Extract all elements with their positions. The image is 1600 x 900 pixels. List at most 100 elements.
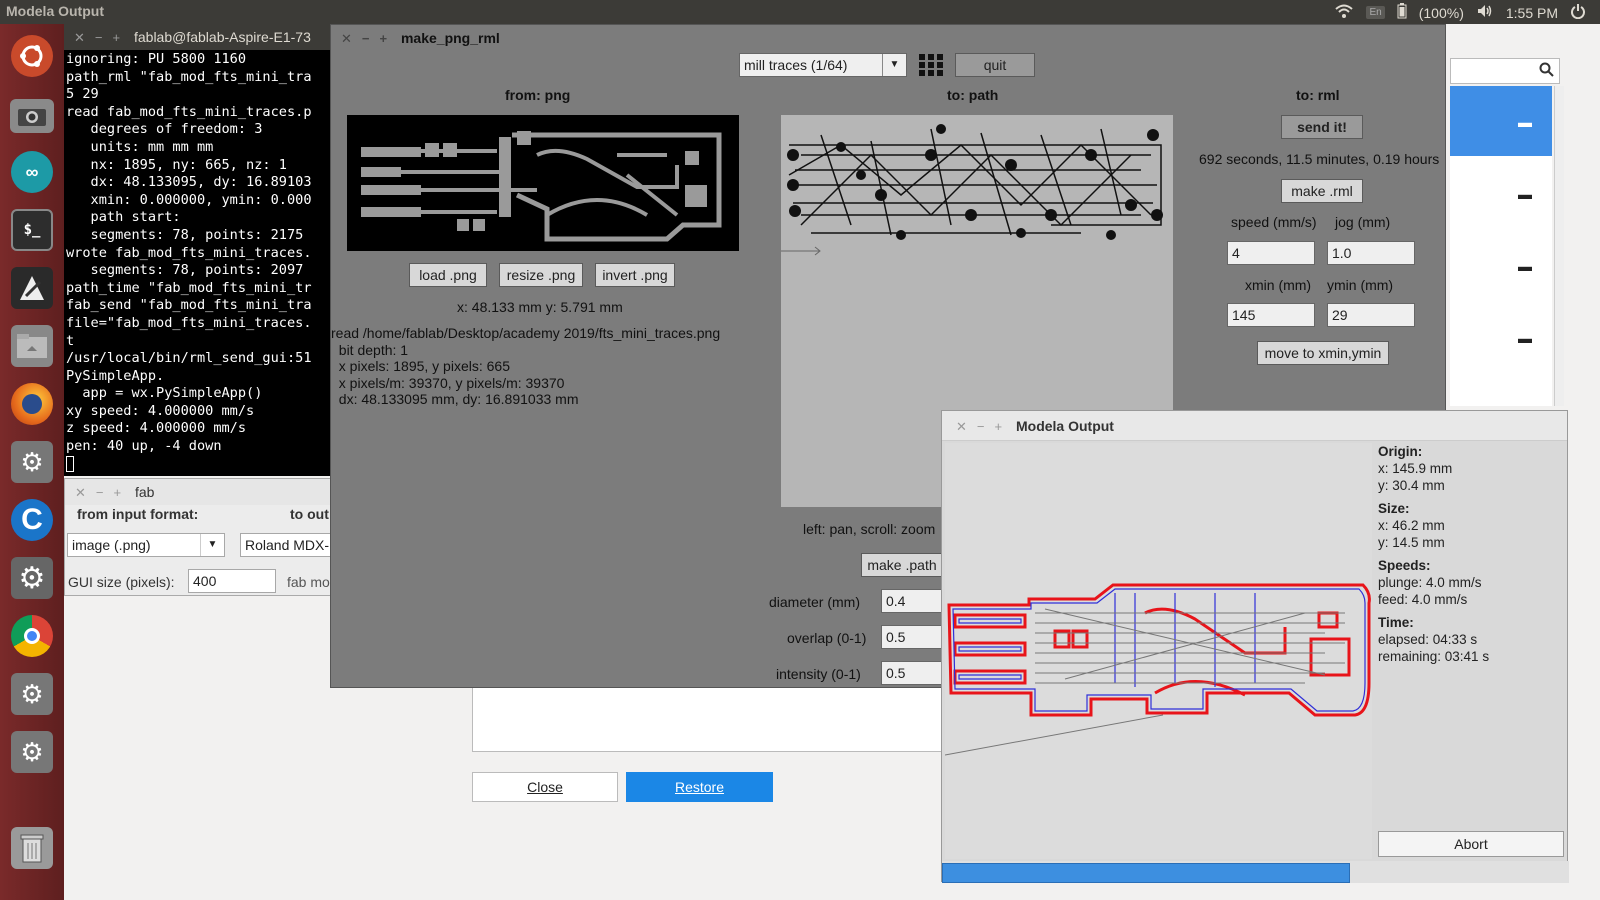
- close-icon[interactable]: ✕: [74, 30, 85, 45]
- elapsed-time: elapsed: 04:33 s: [1378, 632, 1478, 647]
- fab-window[interactable]: ✕ − + fab from input format: to out image …: [64, 478, 332, 596]
- gui-size-label: GUI size (pixels):: [68, 574, 175, 590]
- intensity-input[interactable]: 0.5: [881, 661, 947, 685]
- origin-y: y: 30.4 mm: [1378, 478, 1445, 493]
- plunge-speed: plunge: 4.0 mm/s: [1378, 575, 1482, 590]
- fab-titlebar[interactable]: ✕ − + fab: [65, 479, 331, 505]
- time-estimate: 692 seconds, 11.5 minutes, 0.19 hours: [1199, 151, 1440, 167]
- maximize-icon[interactable]: +: [380, 31, 388, 46]
- png-info-line: x pixels: 1895, y pixels: 665: [331, 358, 510, 374]
- chevron-down-icon[interactable]: ▼: [882, 54, 906, 76]
- minimize-icon[interactable]: −: [96, 485, 104, 500]
- job-info: Origin: x: 145.9 mm y: 30.4 mm Size: x: …: [1378, 443, 1489, 665]
- send-it-button[interactable]: send it!: [1281, 115, 1363, 139]
- overlap-label: overlap (0-1): [787, 630, 867, 646]
- ubuntu-dash-icon[interactable]: [6, 30, 58, 82]
- size-y: y: 14.5 mm: [1378, 535, 1445, 550]
- launcher: ∞ $_ ⚙ C ⚙ ⚙ ⚙: [0, 24, 64, 900]
- dialog-file-list[interactable]: ▬ ▬ ▬ ▬: [1450, 86, 1552, 406]
- modela-title: Modela Output: [1015, 418, 1114, 434]
- speeds-heading: Speeds:: [1378, 558, 1431, 573]
- jog-input[interactable]: 1.0: [1327, 241, 1415, 265]
- terminal-cursor: [66, 455, 74, 472]
- mode-value: mill traces (1/64): [744, 57, 848, 73]
- gui-size-input[interactable]: 400: [188, 569, 276, 593]
- terminal-icon[interactable]: $_: [6, 204, 58, 256]
- invert-png-button[interactable]: invert .png: [595, 263, 675, 287]
- minimize-icon[interactable]: −: [362, 31, 370, 46]
- quit-button[interactable]: quit: [955, 53, 1035, 77]
- dialog-search-field[interactable]: [1450, 58, 1560, 84]
- clock[interactable]: 1:55 PM: [1506, 5, 1558, 21]
- close-button[interactable]: Close: [472, 772, 618, 802]
- mode-select[interactable]: mill traces (1/64) ▼: [739, 53, 907, 77]
- volume-icon[interactable]: [1476, 3, 1494, 22]
- keyboard-layout[interactable]: En: [1366, 6, 1385, 19]
- ccleaner-icon[interactable]: C: [6, 494, 58, 546]
- terminal-output[interactable]: ignoring: PU 5800 1160 path_rml "fab_mod…: [64, 50, 330, 474]
- settings-icon[interactable]: ⚙: [6, 436, 58, 488]
- pan-zoom-hint: left: pan, scroll: zoom: [803, 521, 936, 537]
- xmin-input[interactable]: 145: [1227, 303, 1315, 327]
- gear-icon[interactable]: ⚙: [6, 668, 58, 720]
- system-settings-icon[interactable]: ⚙: [6, 552, 58, 604]
- minimize-icon[interactable]: −: [977, 419, 985, 434]
- ymin-input[interactable]: 29: [1327, 303, 1415, 327]
- load-png-button[interactable]: load .png: [409, 263, 487, 287]
- output-format-value: Roland MDX-: [245, 537, 330, 553]
- output-format-select[interactable]: Roland MDX-: [240, 533, 331, 557]
- inkscape-icon[interactable]: [6, 262, 58, 314]
- terminal-window[interactable]: ✕ − + fablab@fablab-Aspire-E1-73 ignoring:…: [64, 24, 330, 476]
- maximize-icon[interactable]: +: [113, 30, 121, 45]
- remaining-time: remaining: 03:41 s: [1378, 649, 1490, 664]
- trash-icon[interactable]: [6, 822, 58, 874]
- speed-label: speed (mm/s): [1231, 214, 1317, 230]
- to-rml-heading: to: rml: [1296, 87, 1340, 103]
- firefox-icon[interactable]: [6, 378, 58, 430]
- grid-icon[interactable]: [917, 53, 945, 77]
- png-info-line: dx: 48.133095 mm, dy: 16.891033 mm: [331, 391, 579, 407]
- close-icon[interactable]: ✕: [341, 31, 352, 46]
- wifi-icon[interactable]: [1334, 3, 1354, 22]
- resize-png-button[interactable]: resize .png: [499, 263, 583, 287]
- gear-icon[interactable]: ⚙: [6, 726, 58, 778]
- camera-icon[interactable]: [6, 90, 58, 142]
- modela-output-window[interactable]: ✕ − + Modela Output Origin: x: 145.9 mm …: [941, 410, 1569, 883]
- to-format-label: to out: [290, 506, 329, 522]
- arduino-icon[interactable]: ∞: [6, 146, 58, 198]
- maximize-icon[interactable]: +: [995, 419, 1003, 434]
- size-heading: Size:: [1378, 501, 1410, 516]
- battery-icon[interactable]: [1397, 3, 1407, 22]
- maximize-icon[interactable]: +: [114, 485, 122, 500]
- chrome-icon[interactable]: [6, 610, 58, 662]
- terminal-titlebar[interactable]: ✕ − + fablab@fablab-Aspire-E1-73: [64, 24, 330, 50]
- power-icon[interactable]: [1570, 3, 1586, 22]
- scrollbar[interactable]: [1554, 86, 1564, 406]
- intensity-label: intensity (0-1): [776, 666, 861, 682]
- ymin-label: ymin (mm): [1327, 277, 1394, 293]
- mpr-titlebar[interactable]: ✕ − + make_png_rml: [331, 25, 1445, 51]
- search-icon[interactable]: [1539, 62, 1555, 81]
- close-icon[interactable]: ✕: [75, 485, 86, 500]
- restore-button[interactable]: Restore: [626, 772, 773, 802]
- speed-input[interactable]: 4: [1227, 241, 1315, 265]
- folder-icon: ▬: [1518, 186, 1532, 202]
- selected-file-row[interactable]: ▬: [1450, 86, 1552, 156]
- minimize-icon[interactable]: −: [95, 30, 103, 45]
- png-preview[interactable]: [347, 115, 739, 251]
- files-icon[interactable]: [6, 320, 58, 372]
- overlap-input[interactable]: 0.5: [881, 625, 947, 649]
- cursor-position: x: 48.133 mm y: 5.791 mm: [457, 299, 623, 315]
- make-rml-button[interactable]: make .rml: [1281, 179, 1363, 203]
- active-window-title: Modela Output: [6, 3, 104, 19]
- input-format-select[interactable]: image (.png) ▼: [67, 533, 225, 557]
- modela-titlebar[interactable]: ✕ − + Modela Output: [942, 411, 1567, 441]
- toolpath-canvas[interactable]: [944, 443, 1372, 859]
- make-path-button[interactable]: make .path: [861, 553, 943, 577]
- abort-button[interactable]: Abort: [1378, 831, 1564, 857]
- move-to-button[interactable]: move to xmin,ymin: [1257, 341, 1389, 365]
- close-icon[interactable]: ✕: [956, 419, 967, 434]
- terminal-title: fablab@fablab-Aspire-E1-73: [133, 29, 311, 45]
- chevron-down-icon[interactable]: ▼: [200, 534, 224, 556]
- diameter-input[interactable]: 0.4: [881, 589, 947, 613]
